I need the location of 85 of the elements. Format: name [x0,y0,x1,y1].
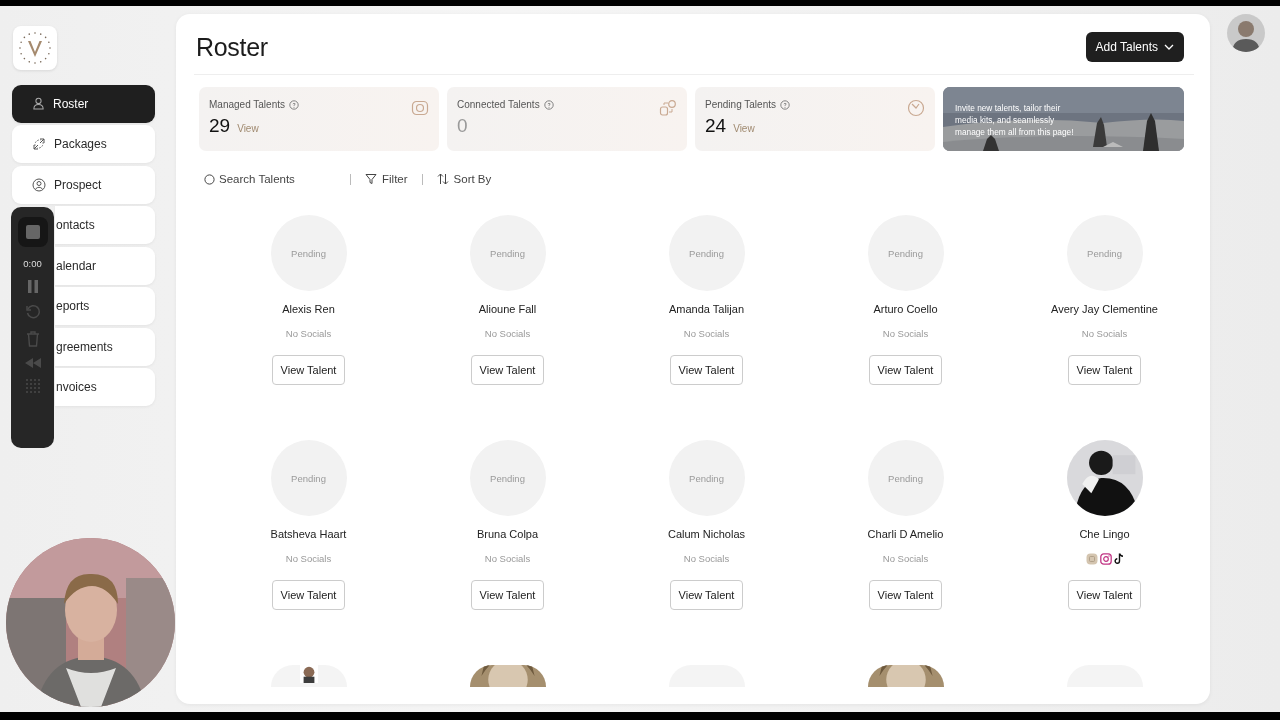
media-kit-icon[interactable] [1085,553,1098,565]
clock-icon [907,99,925,117]
page-title: Roster [196,32,268,62]
recording-timer: 0:00 [23,258,42,269]
instagram-icon[interactable] [1099,553,1112,565]
talent-name: Alioune Fall [478,303,537,315]
view-talent-button[interactable]: View Talent [471,580,544,610]
view-talent-button[interactable]: View Talent [1068,580,1141,610]
logo[interactable] [13,26,57,70]
talent-name: Charli D Amelio [867,528,944,540]
pending-label: Pending [888,247,923,259]
profile-avatar[interactable] [1227,14,1265,52]
no-socials-text: No Socials [683,553,730,565]
view-talent-button[interactable]: View Talent [471,355,544,385]
pending-label: Pending [689,472,724,484]
stat-label: Pending Talents [705,99,776,110]
view-talent-button[interactable]: View Talent [869,580,942,610]
info-icon [780,99,790,110]
sort-icon [436,173,449,185]
stat-value: 0 [457,115,468,137]
pending-label: Pending [490,247,525,259]
sidebar-item[interactable]: greements [55,327,155,366]
filter-button[interactable]: Filter [365,173,408,185]
no-socials-text: No Socials [285,553,332,565]
no-socials-text: No Socials [1081,328,1128,340]
logo-icon [17,30,53,66]
no-socials-text: No Socials [285,328,332,340]
trash-icon[interactable] [25,331,40,347]
add-talents-button[interactable]: Add Talents [1085,32,1184,62]
pending-label: Pending [490,472,525,484]
chevron-down-icon [1164,44,1174,50]
avatar-silhouette-icon [1227,14,1265,52]
pending-label: Pending [291,472,326,484]
view-talent-button[interactable]: View Talent [670,580,743,610]
restart-icon[interactable] [24,304,41,320]
view-talent-button[interactable]: View Talent [869,355,942,385]
stat-label: Managed Talents [209,99,285,110]
stat-value: 24 [705,115,727,137]
badge-icon [411,99,429,117]
pending-label: Pending [291,247,326,259]
tiktok-icon[interactable] [1113,553,1124,565]
pause-icon[interactable] [26,280,39,293]
talent-name: Bruna Colpa [476,528,539,540]
view-talent-button[interactable]: View Talent [1068,355,1141,385]
no-socials-text: No Socials [683,328,730,340]
person-icon [32,97,45,110]
stat-value: 29 [209,115,231,137]
talent-name: Amanda Talijan [669,303,744,315]
info-icon [289,99,299,110]
stat-label: Connected Talents [457,99,540,110]
rewind-icon[interactable] [24,358,41,368]
banner-text: Invite new talents, tailor their media kits, and seamlessly manage them all from this page! [955,102,1075,138]
info-icon [543,99,554,110]
sidebar-item[interactable]: alendar [55,246,155,285]
no-socials-text: No Socials [484,553,531,565]
sidebar-item[interactable]: ontacts [55,206,155,244]
sidebar-item[interactable]: Prospect [12,165,155,204]
talent-name: Avery Jay Clementine [1051,303,1158,315]
no-socials-text: No Socials [882,328,929,340]
link-icon [659,99,677,117]
pending-label: Pending [1087,247,1122,259]
sort-button[interactable]: Sort By [436,173,492,185]
sidebar-item[interactable]: Roster [12,84,155,123]
pending-label: Pending [888,472,923,484]
view-talent-button[interactable]: View Talent [272,580,345,610]
search-icon [204,173,215,185]
sidebar-item[interactable]: Packages [12,125,155,163]
filter-icon [365,173,377,185]
no-socials-text: No Socials [882,553,929,565]
talent-name: Alexis Ren [282,303,335,315]
stop-icon[interactable] [17,217,48,247]
view-talent-button[interactable]: View Talent [670,355,743,385]
sidebar-item[interactable]: nvoices [55,368,155,406]
search-field[interactable]: Search Talents [204,173,344,185]
expand-arrows-icon [32,137,46,151]
grid-icon[interactable] [25,379,40,393]
user-circle-icon [32,177,46,192]
talent-name: Che Lingo [1079,528,1130,540]
view-talent-button[interactable]: View Talent [272,355,345,385]
talent-name: Batsheva Haart [270,528,347,540]
sidebar-item[interactable]: eports [55,287,155,325]
talent-name: Calum Nicholas [668,528,745,540]
talent-name: Arturo Coello [873,303,938,315]
no-socials-text: No Socials [484,328,531,340]
pending-label: Pending [689,247,724,259]
